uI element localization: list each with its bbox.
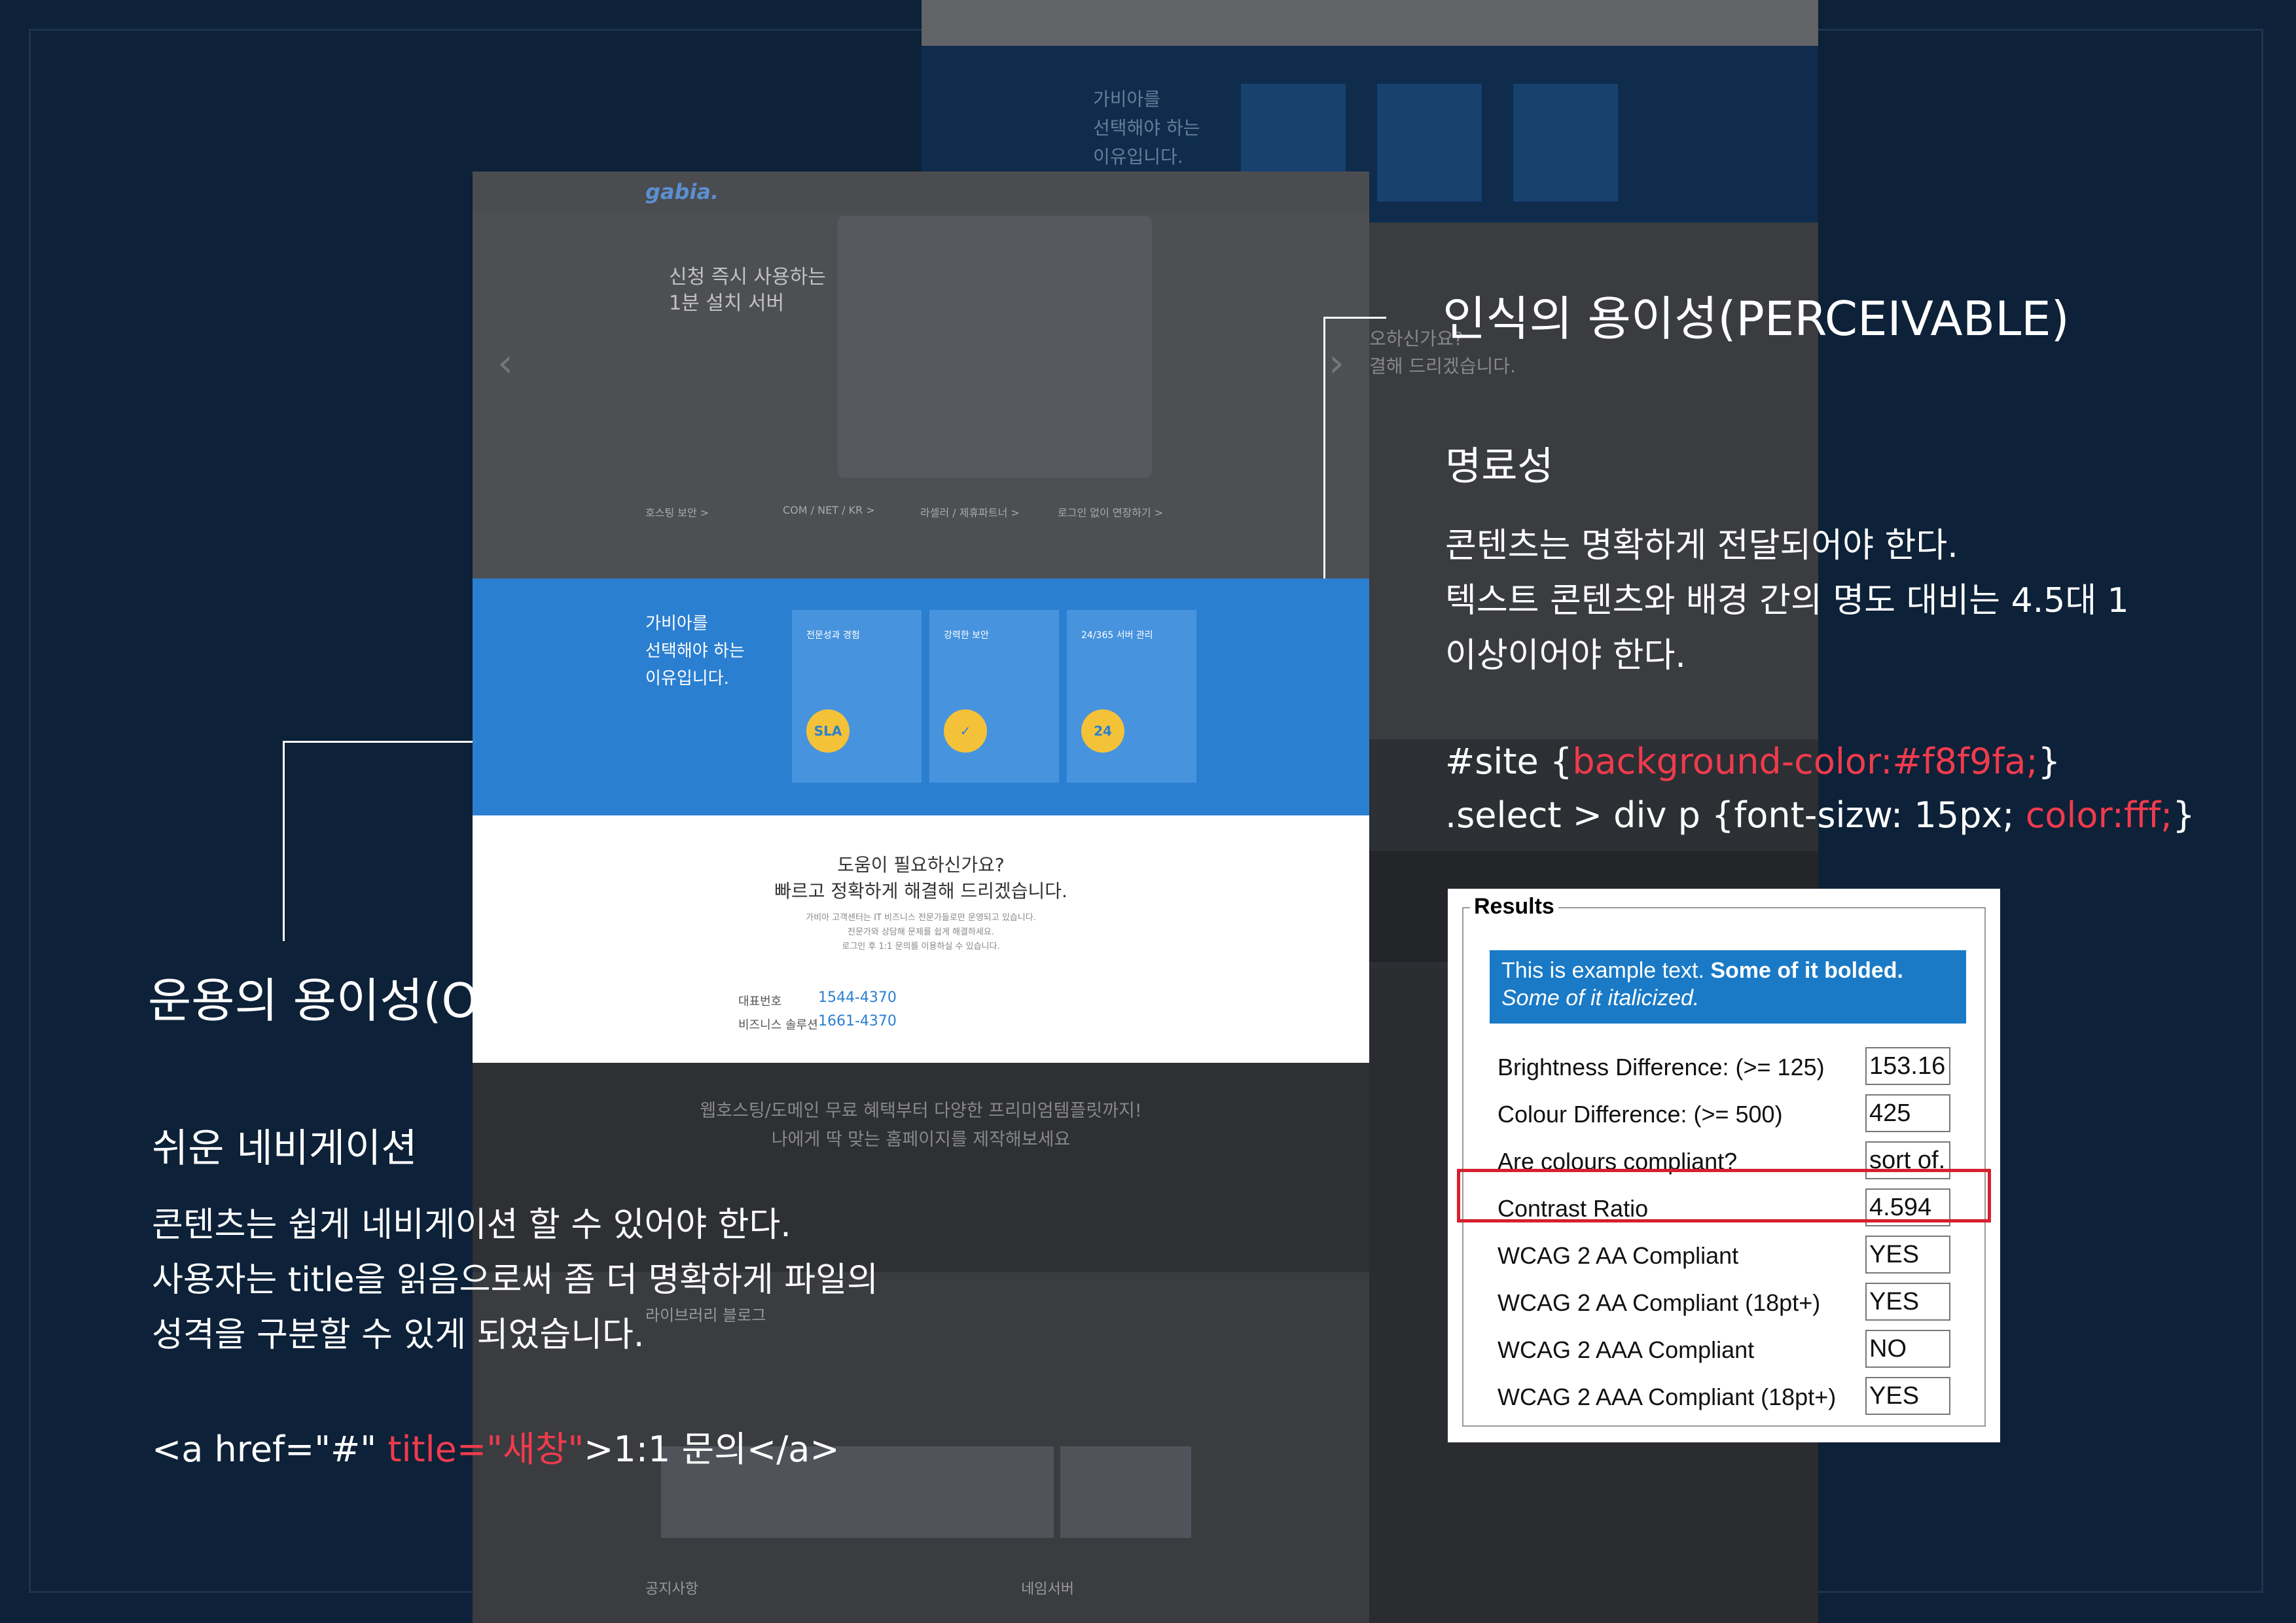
result-label: Brightness Difference: (>= 125): [1498, 1054, 1825, 1080]
code-highlight: title="새창": [387, 1429, 584, 1470]
result-label: WCAG 2 AA Compliant: [1498, 1242, 1739, 1269]
blog-thumbnail[interactable]: [1060, 1446, 1191, 1538]
result-label: Colour Difference: (>= 500): [1498, 1101, 1783, 1128]
reason-card: 24/365 서버 관리 24: [1067, 610, 1196, 783]
result-label: WCAG 2 AAA Compliant (18pt+): [1498, 1383, 1837, 1410]
phone-number[interactable]: 1661-4370: [818, 1013, 897, 1029]
phone-label: 비즈니스 솔루션: [738, 1018, 818, 1032]
result-row: Colour Difference: (>= 500) 425: [1490, 1092, 1974, 1135]
prev-arrow-icon[interactable]: ‹: [497, 340, 513, 386]
site-logo: gabia.: [645, 179, 719, 204]
operable-subtitle: 쉬운 네비게이션: [152, 1126, 418, 1171]
help-title: 도움이 필요하신가요?: [837, 854, 1005, 876]
operable-code-line: <a href="#" title="새창">1:1 문의</a>: [152, 1420, 840, 1472]
result-value: YES: [1865, 1236, 1950, 1274]
blog-thumbnail[interactable]: [923, 1446, 1054, 1538]
code-text: #site {: [1445, 741, 1573, 782]
next-arrow-icon[interactable]: ›: [1329, 340, 1344, 386]
clock-24-icon: 24: [1081, 709, 1124, 753]
result-value: NO: [1865, 1330, 1950, 1368]
background-card: [1513, 84, 1618, 202]
result-label: WCAG 2 AA Compliant (18pt+): [1498, 1289, 1821, 1316]
perceivable-subtitle: 명료성: [1445, 444, 1554, 490]
sample-italic: Some of it italicized.: [1501, 986, 1700, 1010]
background-card: [1377, 84, 1482, 202]
sla-badge-icon: SLA: [806, 709, 850, 753]
result-value: YES: [1865, 1283, 1950, 1321]
reason-card-title: 24/365 서버 관리: [1081, 630, 1153, 641]
code-highlight: background-color:#f8f9fa;: [1572, 741, 2038, 782]
results-legend: Results: [1470, 894, 1558, 919]
nameserver-title: 네임서버: [1021, 1581, 1074, 1597]
result-value: 153.16: [1865, 1047, 1950, 1085]
feature-link[interactable]: COM / NET / KR >: [783, 504, 875, 516]
reasons-title: 가비아를 선택해야 하는 이유입니다.: [645, 614, 745, 688]
feature-link[interactable]: 라셀러 / 제휴파트너 >: [920, 504, 1020, 520]
phone-label: 대표번호: [738, 995, 782, 1008]
connector-line: [1323, 317, 1386, 319]
code-highlight: color:fff;: [2025, 794, 2173, 836]
sample-normal: This is example text.: [1501, 958, 1704, 983]
code-text: .select > div p {font-sizw: 15px;: [1445, 794, 2026, 836]
result-value: YES: [1865, 1377, 1950, 1415]
promo-text: 웹호스팅/도메인 무료 혜택부터 다양한 프리미엄템플릿까지! 나에게 딱 맞는…: [700, 1101, 1142, 1150]
contrast-ratio-highlight: [1457, 1169, 1991, 1222]
perceivable-title: 인식의 용이성(PERCEIVABLE): [1443, 291, 2070, 346]
connector-line: [1323, 317, 1325, 579]
hero-title: 신청 즉시 사용하는 1분 설치 서버: [669, 266, 826, 315]
code-text: >1:1 문의</a>: [584, 1429, 840, 1470]
reason-card-title: 강력한 보안: [944, 630, 989, 641]
background-page-header: [922, 0, 1818, 46]
sample-bold: Some of it bolded.: [1710, 958, 1904, 983]
result-label: WCAG 2 AAA Compliant: [1498, 1336, 1755, 1363]
contrast-results-panel: Results This is example text. Some of it…: [1448, 889, 2000, 1442]
background-reasons-text: 가비아를 선택해야 하는 이유입니다.: [1093, 88, 1200, 168]
perceivable-code-line1: #site {background-color:#f8f9fa;}: [1445, 741, 2060, 782]
help-description: 가비아 고객센터는 IT 비즈니스 전문가들로만 운영되고 있습니다. 전문가와…: [806, 913, 1036, 952]
connector-line: [283, 741, 285, 941]
reason-card-title: 전문성과 경험: [806, 630, 860, 641]
result-row: WCAG 2 AA Compliant YES: [1490, 1233, 1974, 1276]
result-row: WCAG 2 AA Compliant (18pt+) YES: [1490, 1280, 1974, 1323]
result-row: Brightness Difference: (>= 125) 153.16: [1490, 1044, 1974, 1088]
phone-number[interactable]: 1544-4370: [818, 990, 897, 1006]
reason-card: 전문성과 경험 SLA: [792, 610, 922, 783]
help-subtitle: 빠르고 정확하게 해결해 드리겠습니다.: [774, 880, 1067, 902]
background-help-text2: 결해 드리겠습니다.: [1369, 355, 1516, 377]
code-text: <a href="#": [152, 1429, 388, 1470]
shield-check-icon: ✓: [944, 709, 987, 753]
code-text: }: [2172, 794, 2195, 836]
notice-title: 공지사항: [645, 1581, 698, 1597]
site-header: [473, 171, 1369, 212]
code-text: }: [2037, 741, 2061, 782]
perceivable-body: 콘텐츠는 명확하게 전달되어야 한다. 텍스트 콘텐츠와 배경 간의 명도 대비…: [1445, 526, 2129, 675]
connector-line: [283, 741, 473, 743]
operable-body: 콘텐츠는 쉽게 네비게이션 할 수 있어야 한다. 사용자는 title을 읽음…: [152, 1205, 878, 1355]
result-value: 425: [1865, 1094, 1950, 1132]
reason-card: 강력한 보안 ✓: [929, 610, 1059, 783]
result-row: WCAG 2 AAA Compliant NO: [1490, 1327, 1974, 1370]
perceivable-code-line2: .select > div p {font-sizw: 15px; color:…: [1445, 794, 2195, 836]
feature-link[interactable]: 호스팅 보안 >: [645, 504, 709, 520]
hero-illustration: [838, 216, 1152, 478]
operable-title: 운용의 용이성(OPERABLE): [148, 973, 707, 1028]
sample-text-box: This is example text. Some of it bolded.…: [1490, 950, 1966, 1024]
feature-link[interactable]: 로그인 없이 연장하기 >: [1058, 504, 1163, 520]
result-row: WCAG 2 AAA Compliant (18pt+) YES: [1490, 1374, 1974, 1418]
